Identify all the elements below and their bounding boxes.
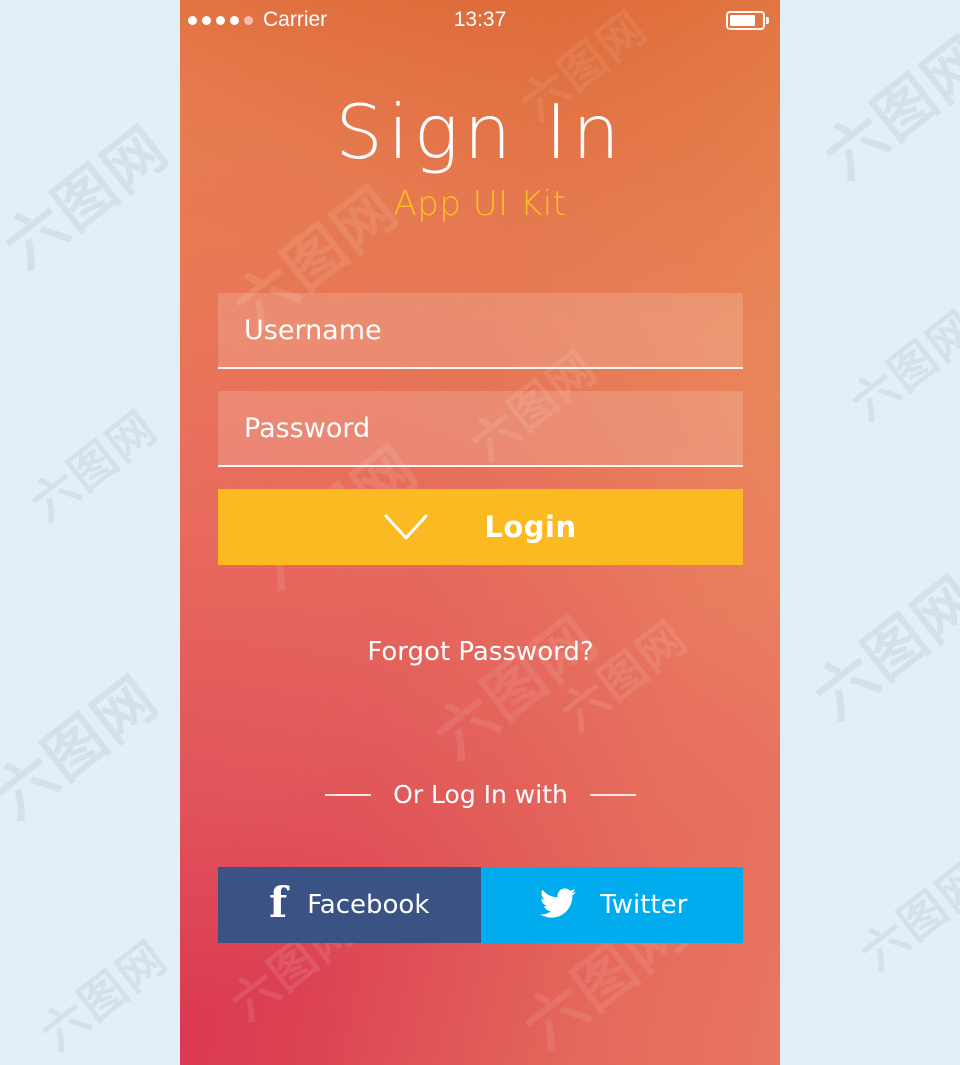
divider-line-right <box>589 793 636 796</box>
page-subtitle: App UI Kit <box>393 184 567 224</box>
login-form: Username Password Login Forgot Password? <box>218 293 743 667</box>
watermark: 六图网 <box>850 849 960 981</box>
battery-fill <box>729 14 755 26</box>
watermark: 六图网 <box>20 399 168 531</box>
clock-label: 13:37 <box>453 8 507 31</box>
login-button-label: Login <box>484 510 577 544</box>
social-login-row: f Facebook Twitter <box>218 867 743 943</box>
watermark: 六图网 <box>0 662 172 833</box>
username-placeholder: Username <box>244 314 382 346</box>
twitter-login-button[interactable]: Twitter <box>480 867 743 943</box>
password-placeholder: Password <box>244 412 371 444</box>
username-input[interactable]: Username <box>218 293 743 369</box>
header: Sign In App UI Kit <box>180 88 780 225</box>
facebook-icon: f <box>269 878 288 927</box>
twitter-button-label: Twitter <box>600 890 688 920</box>
forgot-password-link[interactable]: Forgot Password? <box>218 637 743 667</box>
battery-body <box>725 10 765 30</box>
social-divider: Or Log In with <box>218 780 743 809</box>
login-button[interactable]: Login <box>218 489 743 565</box>
watermark: 六图网 <box>840 299 960 431</box>
status-bar: Carrier 13:37 <box>180 0 780 40</box>
watermark: 六图网 <box>811 22 960 193</box>
twitter-icon <box>536 885 580 926</box>
divider-line-left <box>325 793 372 796</box>
password-input[interactable]: Password <box>218 391 743 467</box>
facebook-button-label: Facebook <box>307 890 430 920</box>
watermark: 六图网 <box>30 929 178 1061</box>
social-divider-label: Or Log In with <box>393 780 568 809</box>
facebook-login-button[interactable]: f Facebook <box>218 867 481 943</box>
checkmark-icon <box>384 514 428 540</box>
watermark: 六图网 <box>801 562 960 733</box>
phone-screen: 六图网 六图网 六图网 六图网 六图网 六图网 六图网 六图网 Carrier … <box>180 0 780 1065</box>
page-title: Sign In <box>335 88 625 176</box>
battery-icon <box>725 10 769 30</box>
battery-cap <box>766 16 769 24</box>
watermark: 六图网 <box>0 112 182 283</box>
